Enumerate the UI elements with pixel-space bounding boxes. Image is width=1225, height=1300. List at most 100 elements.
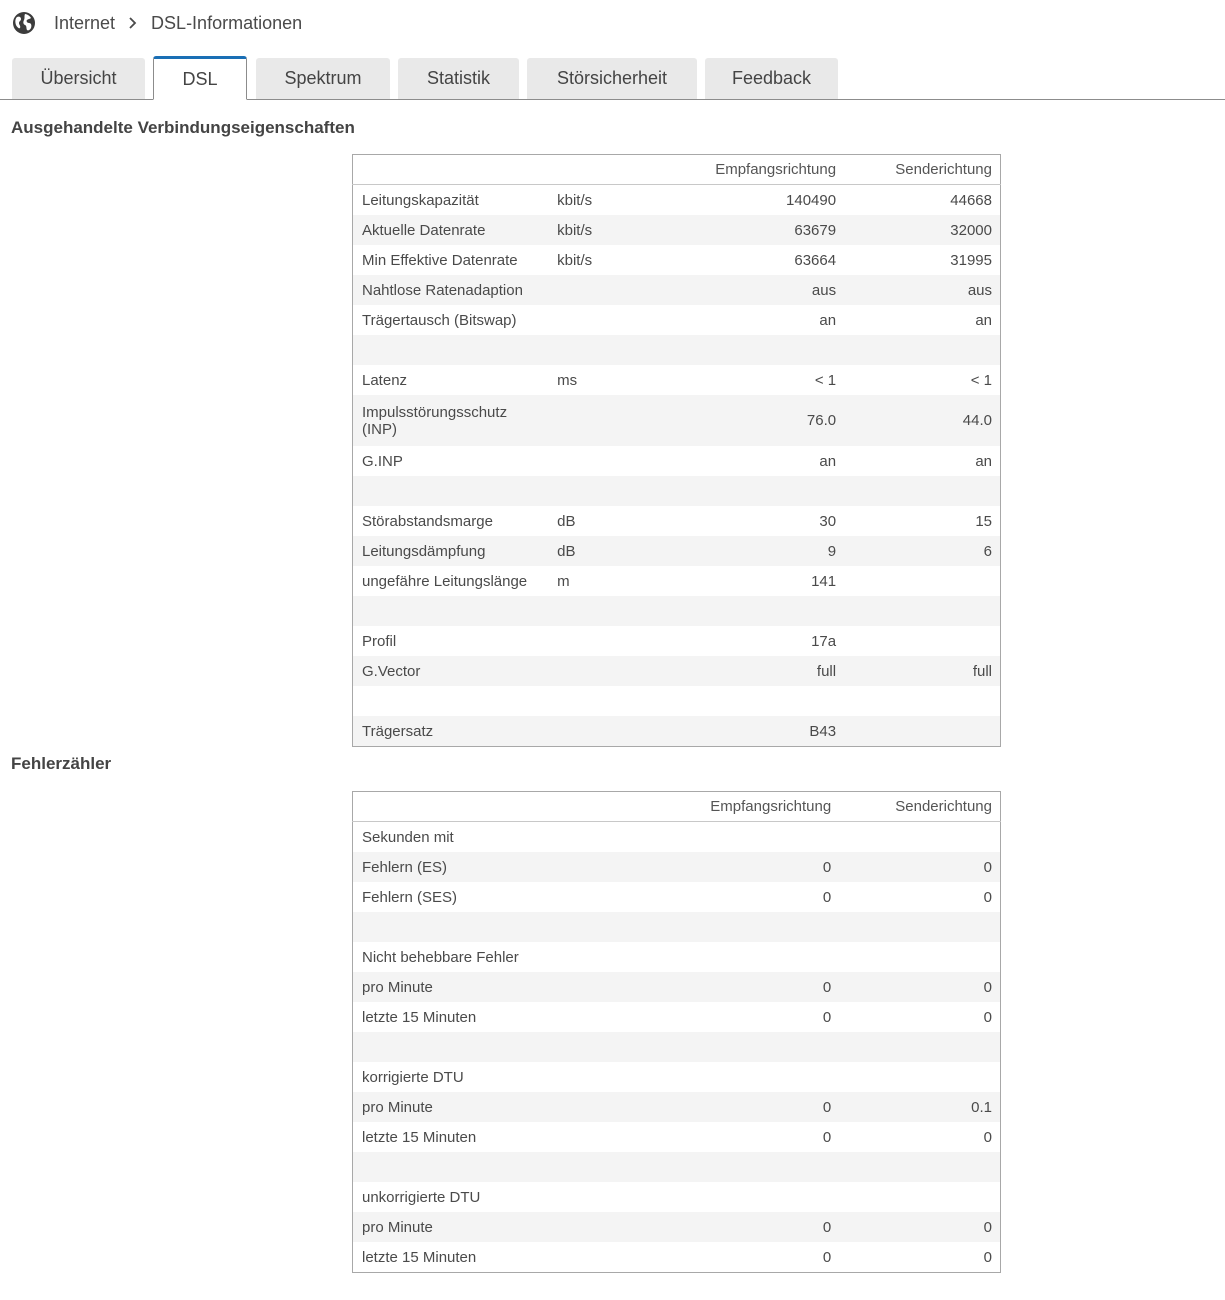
row-value-rx bbox=[645, 476, 845, 506]
table-row: korrigierte DTU bbox=[352, 1062, 1001, 1092]
table-row: Störabstandsmarge dB 30 15 bbox=[352, 506, 1001, 536]
row-value-rx: an bbox=[645, 305, 845, 335]
row-unit bbox=[548, 335, 646, 365]
row-label: letzte 15 Minuten bbox=[352, 1122, 539, 1152]
table-row: pro Minute 0 0 bbox=[352, 972, 1001, 1002]
table-row-spacer bbox=[352, 1152, 1001, 1182]
table-row: Aktuelle Datenrate kbit/s 63679 32000 bbox=[352, 215, 1001, 245]
tab-feedback[interactable]: Feedback bbox=[705, 58, 838, 99]
tab-uebersicht[interactable]: Übersicht bbox=[12, 58, 145, 99]
row-label: Aktuelle Datenrate bbox=[352, 215, 549, 245]
row-value-tx bbox=[839, 942, 1001, 972]
row-value-rx: < 1 bbox=[645, 365, 845, 395]
row-value-tx bbox=[839, 821, 1001, 852]
row-value-tx bbox=[844, 716, 1001, 747]
row-label: Trägersatz bbox=[352, 716, 549, 747]
row-value-rx: 17a bbox=[645, 626, 845, 656]
row-value-tx bbox=[844, 626, 1001, 656]
row-value-rx: aus bbox=[645, 275, 845, 305]
row-label bbox=[352, 335, 549, 365]
table-row: pro Minute 0 0.1 bbox=[352, 1092, 1001, 1122]
table-row: unkorrigierte DTU bbox=[352, 1182, 1001, 1212]
table-row: letzte 15 Minuten 0 0 bbox=[352, 1242, 1001, 1273]
table-row: Sekunden mit bbox=[352, 821, 1001, 852]
column-header-tx: Senderichtung bbox=[844, 154, 1001, 185]
row-value-rx: 0 bbox=[633, 1002, 840, 1032]
row-value-rx: 63664 bbox=[645, 245, 845, 275]
column-header-tx: Senderichtung bbox=[839, 791, 1001, 822]
row-label bbox=[352, 1152, 539, 1182]
table-row: ungefähre Leitungslänge m 141 bbox=[352, 566, 1001, 596]
table-row: Leitungskapazität kbit/s 140490 44668 bbox=[352, 184, 1001, 215]
row-value-rx bbox=[633, 821, 840, 852]
row-value-rx bbox=[645, 335, 845, 365]
row-value-tx bbox=[844, 566, 1001, 596]
row-value-tx: 32000 bbox=[844, 215, 1001, 245]
table-row-spacer bbox=[352, 335, 1001, 365]
row-value-rx bbox=[633, 1062, 840, 1092]
tab-dsl[interactable]: DSL bbox=[153, 56, 247, 100]
row-value-tx: 15 bbox=[844, 506, 1001, 536]
row-value-rx: 141 bbox=[645, 566, 845, 596]
tab-stoersicherheit[interactable]: Störsicherheit bbox=[527, 58, 697, 99]
table-row: Fehlern (ES) 0 0 bbox=[352, 852, 1001, 882]
table-row: G.INP an an bbox=[352, 446, 1001, 476]
row-unit bbox=[548, 686, 646, 716]
row-label: Min Effektive Datenrate bbox=[352, 245, 549, 275]
tab-statistik[interactable]: Statistik bbox=[398, 58, 519, 99]
row-unit bbox=[548, 446, 646, 476]
row-value-rx bbox=[633, 942, 840, 972]
table-row-spacer bbox=[352, 686, 1001, 716]
row-value-rx: 63679 bbox=[645, 215, 845, 245]
column-header-rx: Empfangsrichtung bbox=[645, 154, 845, 185]
row-label: Leitungskapazität bbox=[352, 184, 549, 215]
row-value-rx: 9 bbox=[645, 536, 845, 566]
row-unit bbox=[548, 596, 646, 626]
table-row: Leitungsdämpfung dB 9 6 bbox=[352, 536, 1001, 566]
row-value-tx: full bbox=[844, 656, 1001, 686]
row-value-tx bbox=[839, 1062, 1001, 1092]
breadcrumb-internet[interactable]: Internet bbox=[54, 13, 115, 34]
row-unit: m bbox=[548, 566, 646, 596]
row-value-tx bbox=[844, 596, 1001, 626]
row-value-tx: < 1 bbox=[844, 365, 1001, 395]
row-label: ungefähre Leitungslänge bbox=[352, 566, 549, 596]
table-row: G.Vector full full bbox=[352, 656, 1001, 686]
table-row: pro Minute 0 0 bbox=[352, 1212, 1001, 1242]
row-value-tx: 0.1 bbox=[839, 1092, 1001, 1122]
row-value-rx: 76.0 bbox=[645, 395, 845, 446]
row-value-tx: 31995 bbox=[844, 245, 1001, 275]
row-value-rx bbox=[645, 686, 845, 716]
section-title-connection: Ausgehandelte Verbindungseigenschaften bbox=[11, 118, 355, 137]
table-row-spacer bbox=[352, 912, 1001, 942]
row-value-rx: 30 bbox=[645, 506, 845, 536]
row-value-tx: 0 bbox=[839, 882, 1001, 912]
row-value-rx: B43 bbox=[645, 716, 845, 747]
row-label: Störabstandsmarge bbox=[352, 506, 549, 536]
row-label: Nahtlose Ratenadaption bbox=[352, 275, 549, 305]
row-value-tx: 0 bbox=[839, 1122, 1001, 1152]
table-row: Latenz ms < 1 < 1 bbox=[352, 365, 1001, 395]
row-value-rx bbox=[633, 1152, 840, 1182]
row-unit bbox=[548, 275, 646, 305]
row-value-rx: 140490 bbox=[645, 184, 845, 215]
row-value-tx bbox=[839, 1152, 1001, 1182]
globe-icon[interactable] bbox=[12, 11, 36, 35]
row-value-rx: 0 bbox=[633, 852, 840, 882]
table-row: Trägertausch (Bitswap) an an bbox=[352, 305, 1001, 335]
row-label: Latenz bbox=[352, 365, 549, 395]
row-value-tx: 0 bbox=[839, 1002, 1001, 1032]
row-value-rx: 0 bbox=[633, 1212, 840, 1242]
row-label: pro Minute bbox=[352, 1092, 539, 1122]
error-counter-table: Empfangsrichtung Senderichtung Sekunden … bbox=[352, 791, 1001, 1273]
row-value-rx bbox=[633, 912, 840, 942]
breadcrumb-dsl-informationen: DSL-Informationen bbox=[151, 12, 303, 33]
table-row-spacer bbox=[352, 476, 1001, 506]
row-label: Leitungsdämpfung bbox=[352, 536, 549, 566]
row-value-rx: 0 bbox=[633, 882, 840, 912]
row-label bbox=[352, 912, 539, 942]
row-value-tx bbox=[844, 686, 1001, 716]
row-label: korrigierte DTU bbox=[352, 1062, 539, 1092]
tab-spektrum[interactable]: Spektrum bbox=[256, 58, 390, 99]
row-unit bbox=[548, 626, 646, 656]
